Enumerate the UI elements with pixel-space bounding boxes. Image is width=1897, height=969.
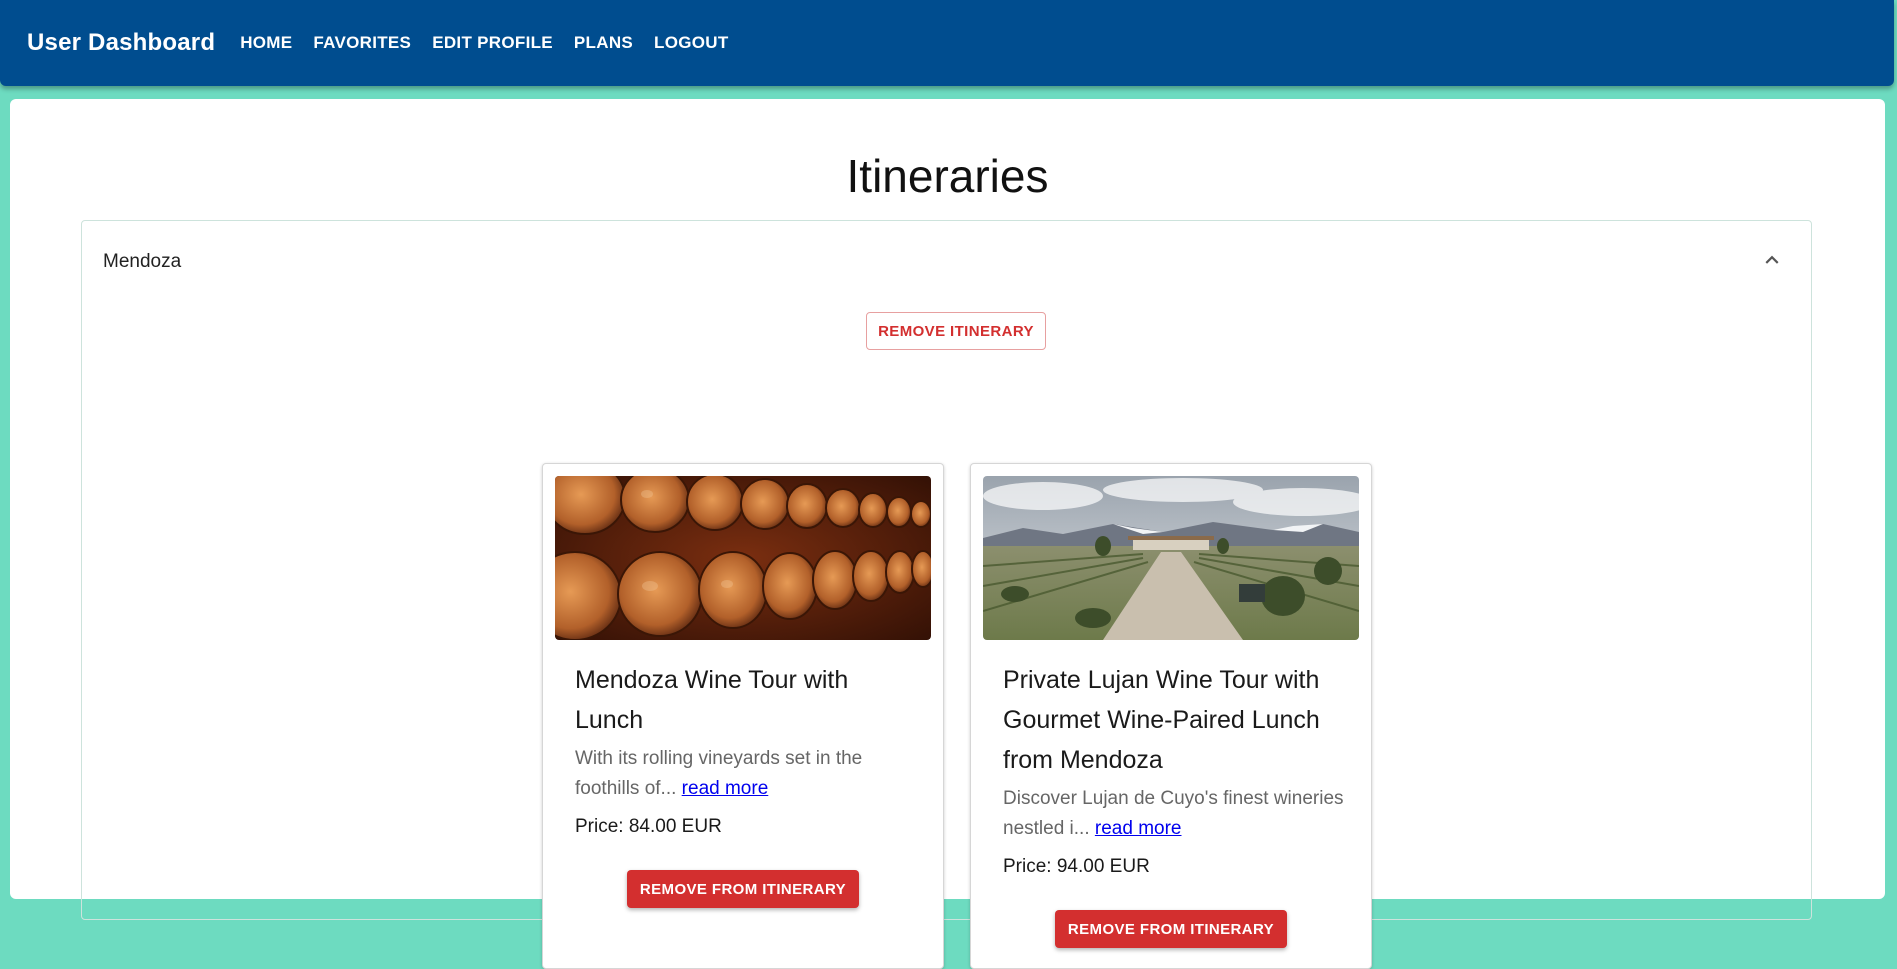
nav-logout-button[interactable]: LOGOUT (654, 33, 729, 53)
nav-edit-profile-button[interactable]: EDIT PROFILE (432, 33, 553, 53)
tour-title: Private Lujan Wine Tour with Gourmet Win… (1003, 666, 1320, 774)
main-panel: Itineraries Mendoza REMOVE ITINERARY Men… (10, 99, 1885, 969)
tour-title: Mendoza Wine Tour with Lunch (575, 666, 849, 734)
itinerary-accordion: Mendoza REMOVE ITINERARY Mendoza Wine To… (81, 220, 1812, 969)
app-title: User Dashboard (27, 29, 216, 56)
vineyard-path-image (983, 476, 1359, 640)
tour-description: With its rolling vineyards set in the fo… (575, 744, 923, 804)
tour-card: Mendoza Wine Tour with Lunch With its ro… (542, 463, 944, 969)
remove-from-itinerary-button[interactable]: REMOVE FROM ITINERARY (627, 870, 859, 908)
wine-barrels-image (555, 476, 931, 640)
chevron-up-icon[interactable] (1759, 247, 1785, 273)
tour-price: Price: 94.00 EUR (1003, 856, 1150, 877)
nav-home-button[interactable]: HOME (240, 33, 292, 53)
tour-description: Discover Lujan de Cuyo's finest wineries… (1003, 784, 1351, 844)
page-title: Itineraries (846, 150, 1049, 202)
nav-favorites-button[interactable]: FAVORITES (313, 33, 411, 53)
remove-from-itinerary-button[interactable]: REMOVE FROM ITINERARY (1055, 910, 1287, 948)
app-bar: User Dashboard HOME FAVORITES EDIT PROFI… (0, 0, 1894, 86)
nav-plans-button[interactable]: PLANS (574, 33, 633, 53)
read-more-link[interactable]: read more (682, 778, 769, 799)
read-more-link[interactable]: read more (1095, 818, 1182, 839)
tour-price: Price: 84.00 EUR (575, 816, 722, 837)
remove-itinerary-button[interactable]: REMOVE ITINERARY (866, 312, 1046, 350)
tour-card: Private Lujan Wine Tour with Gourmet Win… (970, 463, 1372, 969)
itinerary-name[interactable]: Mendoza (103, 251, 181, 273)
